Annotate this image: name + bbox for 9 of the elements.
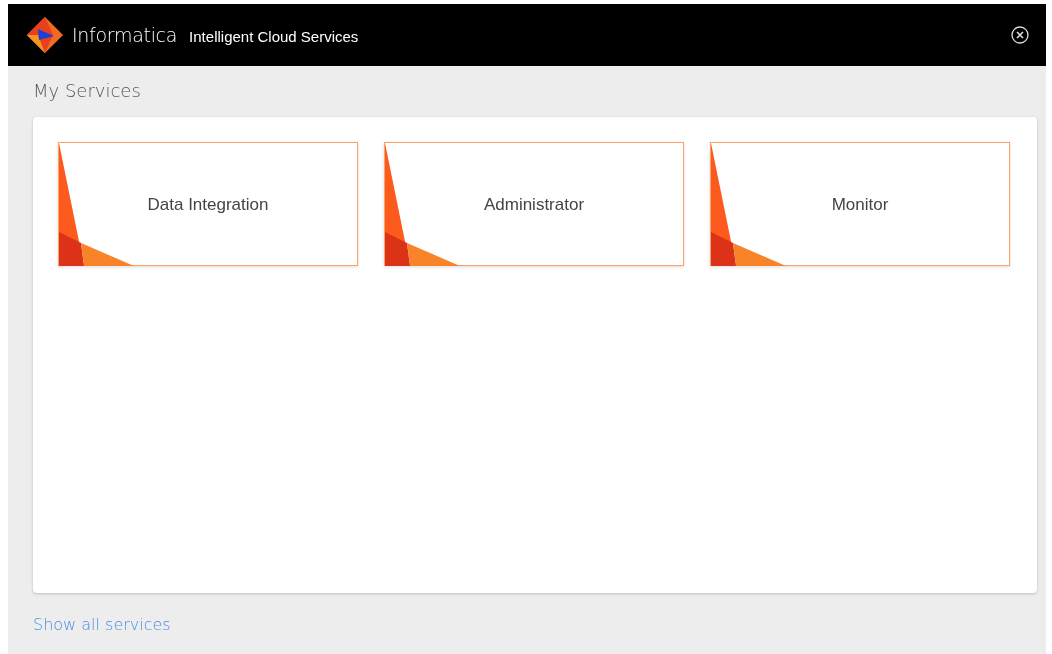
product-name: Intelligent Cloud Services bbox=[189, 28, 359, 45]
service-tile[interactable]: Monitor bbox=[710, 142, 1010, 266]
section-title: My Services bbox=[33, 80, 142, 103]
close-icon bbox=[1010, 25, 1030, 45]
service-tile[interactable]: Data Integration bbox=[58, 142, 358, 266]
brand-name: Informatica bbox=[72, 24, 178, 46]
service-tile[interactable]: Administrator bbox=[384, 142, 684, 266]
close-button[interactable] bbox=[1010, 25, 1030, 45]
logo-icon bbox=[26, 16, 64, 54]
